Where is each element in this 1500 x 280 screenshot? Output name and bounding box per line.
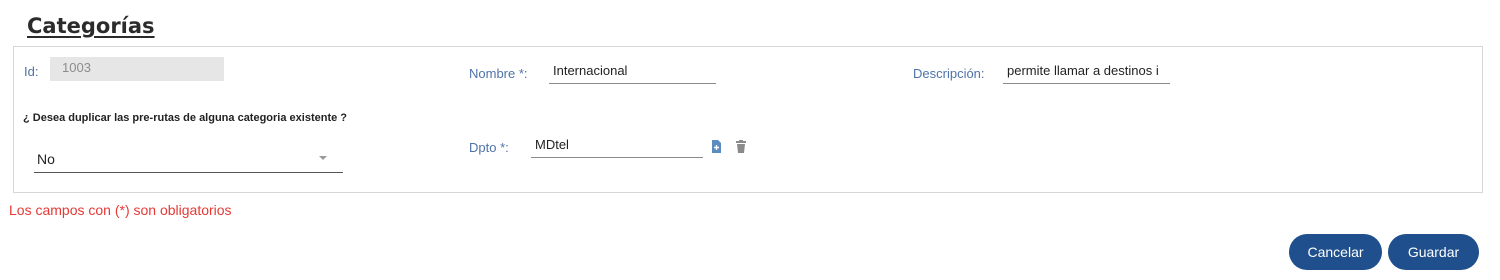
descripcion-label: Descripción: — [913, 66, 985, 81]
add-file-icon[interactable] — [711, 140, 723, 153]
id-label: Id: — [24, 64, 39, 79]
cancel-button[interactable]: Cancelar — [1289, 234, 1382, 270]
duplicate-question-label: ¿ Desea duplicar las pre-rutas de alguna… — [23, 112, 348, 124]
nombre-input[interactable]: Internacional — [549, 60, 716, 84]
descripcion-input[interactable]: permite llamar a destinos i — [1003, 60, 1170, 84]
id-field: 1003 — [50, 57, 224, 81]
dpto-label: Dpto *: — [469, 140, 509, 155]
required-fields-note: Los campos con (*) son obligatorios — [9, 202, 232, 218]
chevron-down-icon — [319, 156, 327, 160]
duplicate-select[interactable]: No — [34, 145, 343, 173]
dpto-input[interactable]: MDtel — [531, 134, 703, 158]
page-title: Categorías — [27, 14, 155, 38]
trash-icon[interactable] — [735, 140, 747, 153]
save-button[interactable]: Guardar — [1388, 234, 1479, 270]
nombre-label: Nombre *: — [469, 66, 528, 81]
duplicate-select-value: No — [37, 151, 55, 167]
